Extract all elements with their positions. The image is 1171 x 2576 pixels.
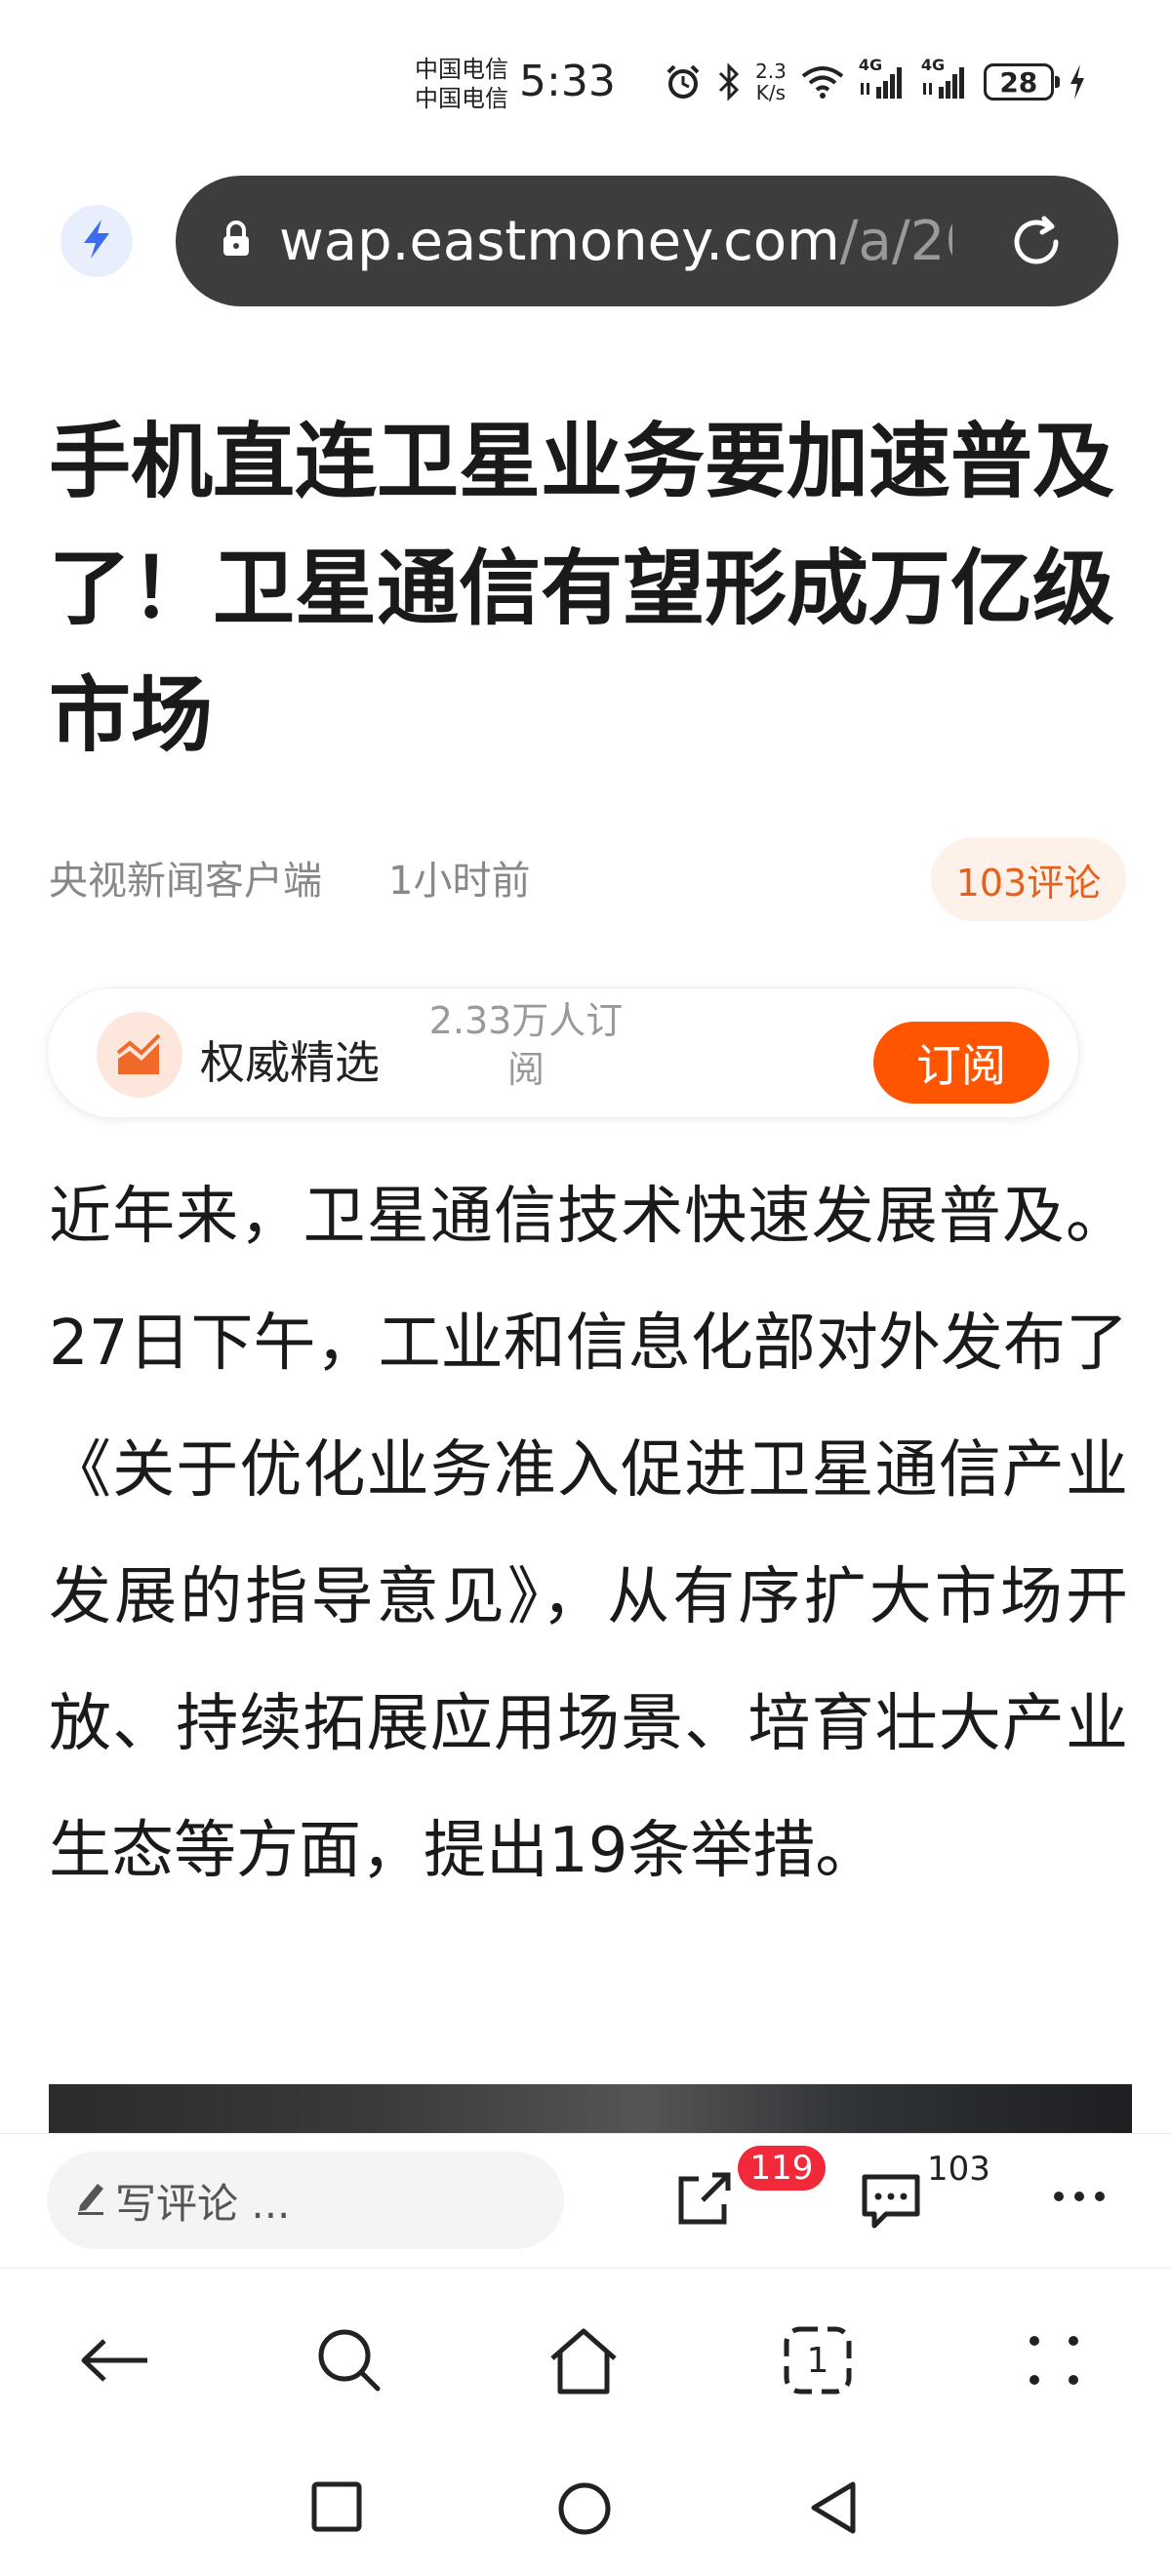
tabs-icon[interactable]: 1 bbox=[779, 2321, 857, 2399]
article-source[interactable]: 央视新闻客户端 bbox=[49, 849, 322, 906]
url-path: /a/20 bbox=[839, 209, 952, 273]
comment-toolbar: 写评论 ... 119 103 bbox=[0, 2133, 1171, 2268]
home-icon[interactable] bbox=[545, 2321, 623, 2399]
comments-link[interactable]: 103评论 bbox=[931, 837, 1126, 921]
subscriber-count: 2.33万人订阅 bbox=[428, 999, 624, 1091]
url-domain: wap.eastmoney.com bbox=[279, 209, 840, 273]
signal-2-label: 4G bbox=[920, 56, 946, 74]
home-circle-icon[interactable] bbox=[556, 2480, 613, 2541]
status-icons: 2.3 K/s 4G 4G 28 bbox=[664, 56, 1087, 103]
carrier-2: 中国电信 bbox=[415, 85, 508, 112]
write-comment-input[interactable]: 写评论 ... bbox=[47, 2152, 564, 2249]
menu-icon[interactable] bbox=[1015, 2321, 1093, 2399]
address-bar[interactable]: wap.eastmoney.com/a/20 bbox=[176, 176, 1118, 306]
net-speed-value: 2.3 bbox=[755, 60, 787, 83]
lightning-icon bbox=[80, 218, 113, 264]
more-options-icon[interactable] bbox=[1052, 2189, 1107, 2207]
subscribe-button[interactable]: 订阅 bbox=[873, 1022, 1049, 1104]
pencil-icon bbox=[74, 2176, 107, 2225]
alarm-icon bbox=[664, 62, 703, 101]
search-icon[interactable] bbox=[310, 2321, 388, 2399]
channel-name: 权威精选 bbox=[200, 1036, 380, 1089]
charging-icon bbox=[1068, 62, 1087, 101]
signal-1-label: 4G bbox=[858, 56, 883, 74]
battery-icon: 28 bbox=[983, 63, 1060, 101]
carrier-labels: 中国电信 中国电信 bbox=[415, 55, 508, 113]
comment-count: 103 bbox=[927, 2150, 990, 2189]
share-icon[interactable] bbox=[673, 2169, 734, 2234]
signal-icon: 4G bbox=[921, 56, 970, 101]
quick-action-button[interactable] bbox=[61, 205, 133, 277]
back-arrow-icon[interactable] bbox=[76, 2321, 154, 2399]
article-body: 近年来，卫星通信技术快速发展普及。27日下午，工业和信息化部对外发布了《关于优化… bbox=[49, 1181, 1128, 1887]
wifi-icon bbox=[800, 64, 845, 100]
write-comment-placeholder: 写评论 ... bbox=[115, 2179, 291, 2228]
reload-icon[interactable] bbox=[1005, 211, 1068, 277]
article-time: 1小时前 bbox=[388, 859, 531, 904]
article-title: 手机直连卫星业务要加速普及了！卫星通信有望形成万亿级市场 bbox=[49, 414, 1115, 763]
article-meta: 央视新闻客户端 1小时前 bbox=[49, 849, 530, 906]
article-image bbox=[49, 2084, 1132, 2135]
chart-logo-icon bbox=[97, 1012, 182, 1098]
carrier-1: 中国电信 bbox=[415, 56, 508, 83]
system-navigation bbox=[0, 2443, 1171, 2576]
browser-navigation: 1 bbox=[0, 2268, 1171, 2443]
net-speed-unit: K/s bbox=[755, 81, 787, 104]
signal-icon: 4G bbox=[859, 56, 908, 101]
url-text[interactable]: wap.eastmoney.com/a/20 bbox=[279, 210, 952, 273]
channel-card[interactable]: 权威精选 2.33万人订阅 订阅 bbox=[47, 987, 1079, 1118]
recents-icon[interactable] bbox=[310, 2480, 363, 2537]
comment-icon[interactable] bbox=[859, 2171, 923, 2234]
lock-icon bbox=[221, 220, 252, 262]
tab-count: 1 bbox=[806, 2340, 829, 2381]
net-speed: 2.3 K/s bbox=[755, 60, 787, 103]
status-bar: 中国电信 中国电信 5:33 2.3 K/s 4G 4G 28 bbox=[0, 0, 1171, 166]
share-badge: 119 bbox=[738, 2146, 826, 2191]
bluetooth-icon bbox=[716, 62, 742, 101]
back-triangle-icon[interactable] bbox=[808, 2480, 859, 2539]
battery-level: 28 bbox=[999, 65, 1038, 99]
clock: 5:33 bbox=[519, 57, 616, 106]
